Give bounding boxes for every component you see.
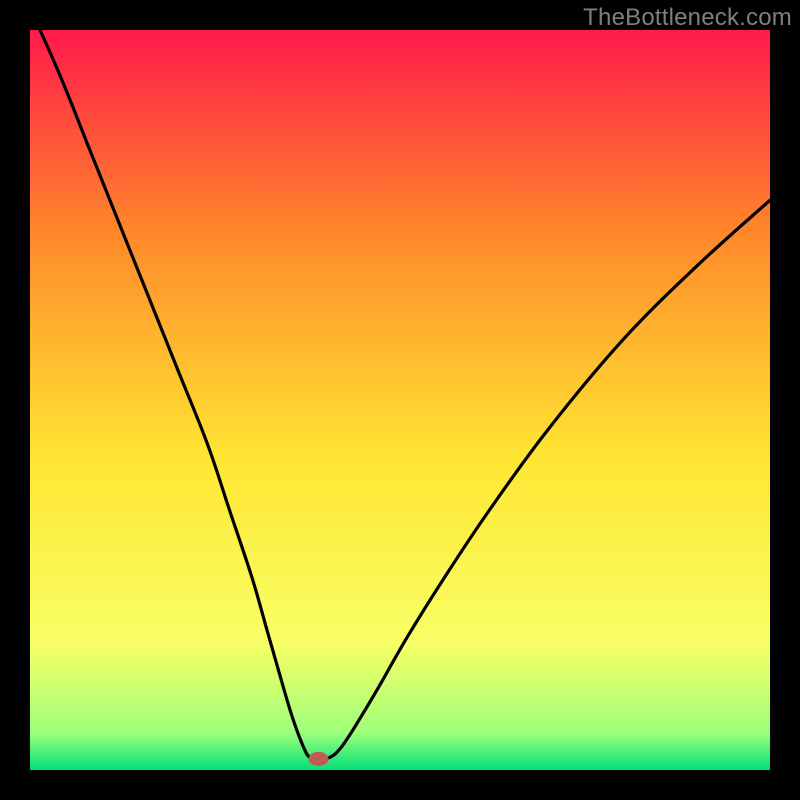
chart-frame: TheBottleneck.com: [0, 0, 800, 800]
plot-area: [30, 30, 770, 770]
gradient-background: [30, 30, 770, 770]
minimum-marker: [309, 752, 329, 766]
chart-svg: [30, 30, 770, 770]
watermark-text: TheBottleneck.com: [583, 4, 792, 32]
